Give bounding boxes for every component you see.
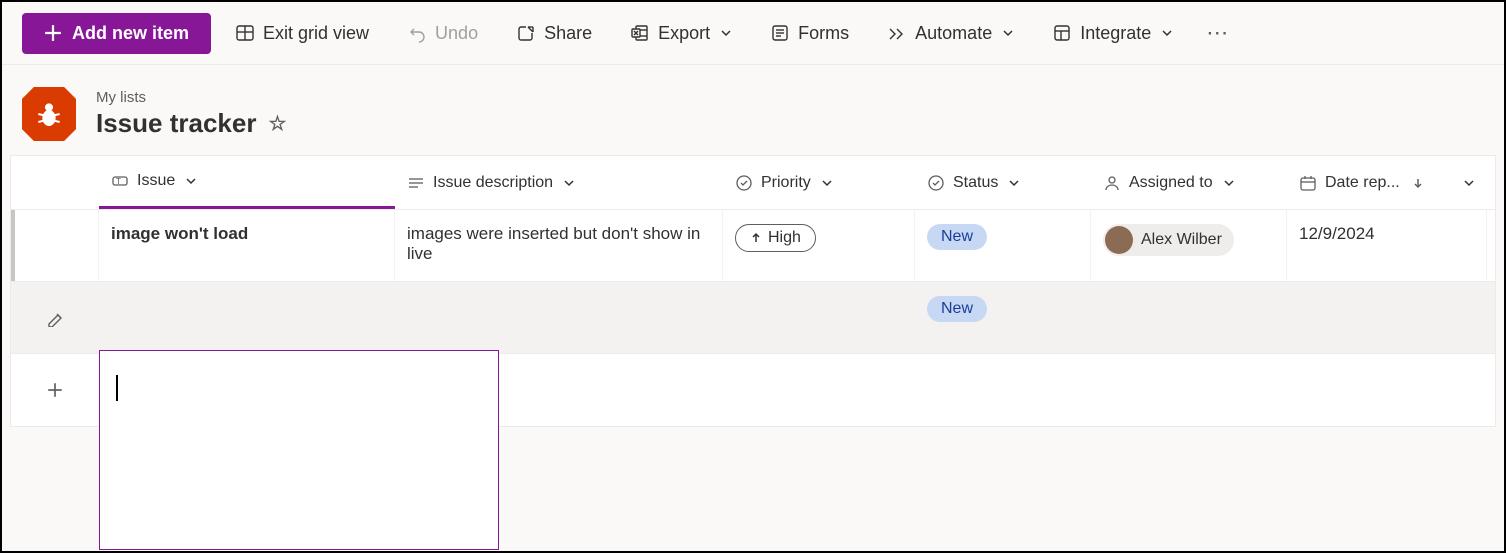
pencil-icon — [46, 309, 64, 327]
list-header: My lists Issue tracker ☆ — [2, 65, 1504, 155]
text-cursor — [116, 376, 118, 398]
calendar-icon — [1299, 174, 1317, 192]
grid-icon — [235, 23, 255, 43]
column-header-priority[interactable]: Priority — [723, 156, 915, 209]
automate-button[interactable]: Automate — [873, 15, 1028, 52]
list-app-icon — [22, 87, 76, 141]
cell-priority[interactable] — [723, 282, 915, 353]
add-new-item-button[interactable]: Add new item — [22, 13, 211, 54]
add-row-button[interactable] — [11, 354, 99, 426]
page-title: Issue tracker — [96, 108, 256, 139]
cell-assigned[interactable] — [1091, 282, 1287, 353]
cell-status[interactable]: New — [915, 210, 1091, 281]
undo-icon — [407, 23, 427, 43]
undo-button[interactable]: Undo — [393, 15, 492, 52]
avatar — [1105, 226, 1133, 254]
favorite-star-icon[interactable]: ☆ — [268, 111, 286, 136]
chevron-down-icon — [185, 175, 197, 187]
row-gutter-header — [11, 156, 99, 209]
bug-icon — [33, 98, 65, 130]
integrate-button[interactable]: Integrate — [1038, 15, 1187, 52]
share-button[interactable]: Share — [502, 15, 606, 52]
breadcrumb[interactable]: My lists — [96, 89, 286, 106]
chevron-down-icon — [563, 177, 575, 189]
cell-priority[interactable]: High — [723, 210, 915, 281]
command-bar: Add new item Exit grid view Undo Share E… — [2, 2, 1504, 65]
cell-editor-popup[interactable] — [99, 350, 499, 550]
svg-text:T: T — [116, 177, 121, 186]
forms-button[interactable]: Forms — [756, 15, 863, 52]
multiline-icon — [407, 174, 425, 192]
table-row[interactable]: image won't load images were inserted bu… — [11, 210, 1495, 282]
column-header-date-reported[interactable]: Date rep... — [1287, 156, 1487, 209]
chevron-down-icon — [1002, 27, 1014, 39]
chevron-down-icon — [1463, 177, 1475, 189]
exit-grid-view-button[interactable]: Exit grid view — [221, 15, 383, 52]
plus-icon — [44, 24, 62, 42]
edit-row-indicator[interactable] — [11, 282, 99, 353]
choice-icon — [927, 174, 945, 192]
text-field-icon: T — [111, 172, 129, 190]
forms-label: Forms — [798, 23, 849, 44]
forms-icon — [770, 23, 790, 43]
table-row[interactable]: New — [11, 282, 1495, 354]
column-header-assigned[interactable]: Assigned to — [1091, 156, 1287, 209]
choice-icon — [735, 174, 753, 192]
automate-label: Automate — [915, 23, 992, 44]
excel-icon — [630, 23, 650, 43]
row-handle[interactable] — [11, 210, 99, 281]
automate-icon — [887, 23, 907, 43]
column-label: Status — [953, 174, 998, 192]
undo-label: Undo — [435, 23, 478, 44]
share-label: Share — [544, 23, 592, 44]
column-header-issue[interactable]: T Issue — [99, 156, 395, 209]
column-label: Date rep... — [1325, 174, 1400, 192]
column-label: Issue description — [433, 174, 553, 192]
add-new-item-label: Add new item — [72, 23, 189, 44]
cell-date-reported[interactable]: 12/9/2024 — [1287, 210, 1487, 281]
chevron-down-icon — [1008, 177, 1020, 189]
priority-pill: High — [735, 224, 816, 252]
data-grid: T Issue Issue description Priority Statu… — [10, 155, 1496, 427]
cell-status[interactable]: New — [915, 282, 1091, 353]
plus-icon — [46, 381, 64, 399]
cell-issue[interactable]: image won't load — [99, 210, 395, 281]
column-header-status[interactable]: Status — [915, 156, 1091, 209]
status-badge: New — [927, 296, 987, 322]
person-chip: Alex Wilber — [1103, 224, 1234, 256]
status-badge: New — [927, 224, 987, 250]
exit-grid-label: Exit grid view — [263, 23, 369, 44]
more-actions-button[interactable]: ⋯ — [1197, 12, 1237, 54]
chevron-down-icon — [720, 27, 732, 39]
chevron-down-icon — [821, 177, 833, 189]
integrate-label: Integrate — [1080, 23, 1151, 44]
ellipsis-icon: ⋯ — [1206, 20, 1228, 46]
cell-date-reported[interactable] — [1287, 282, 1487, 353]
arrow-up-icon — [750, 232, 762, 244]
column-header-row: T Issue Issue description Priority Statu… — [11, 156, 1495, 210]
column-header-description[interactable]: Issue description — [395, 156, 723, 209]
export-label: Export — [658, 23, 710, 44]
cell-assigned[interactable]: Alex Wilber — [1091, 210, 1287, 281]
cell-description[interactable] — [395, 282, 723, 353]
chevron-down-icon — [1161, 27, 1173, 39]
cell-description[interactable]: images were inserted but don't show in l… — [395, 210, 723, 281]
integrate-icon — [1052, 23, 1072, 43]
cell-issue[interactable] — [99, 282, 395, 353]
arrow-down-icon — [1412, 177, 1424, 189]
chevron-down-icon — [1223, 177, 1235, 189]
column-label: Assigned to — [1129, 174, 1213, 192]
export-button[interactable]: Export — [616, 15, 746, 52]
person-icon — [1103, 174, 1121, 192]
column-label: Priority — [761, 174, 811, 192]
column-label: Issue — [137, 172, 175, 190]
share-icon — [516, 23, 536, 43]
